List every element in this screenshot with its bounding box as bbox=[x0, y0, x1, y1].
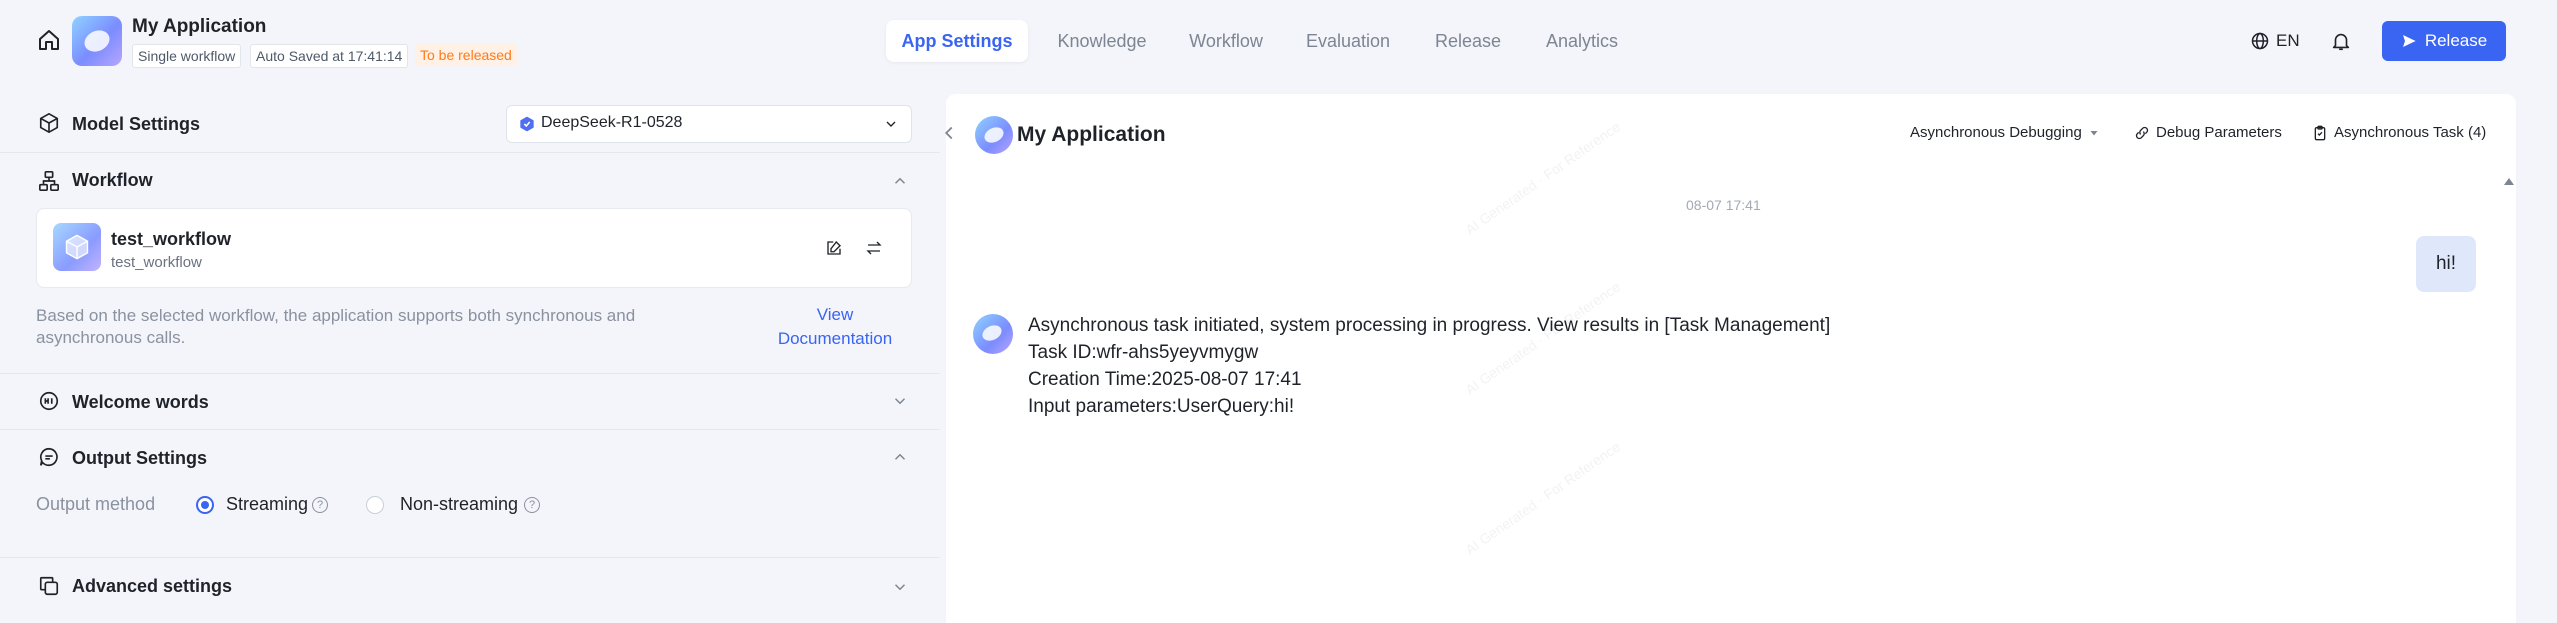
chevron-down-icon[interactable] bbox=[891, 392, 909, 410]
home-icon[interactable] bbox=[37, 28, 61, 52]
language-switcher[interactable]: EN bbox=[2250, 29, 2300, 53]
caret-down-icon bbox=[2090, 130, 2098, 135]
bot-message-line: Task ID:wfr-ahs5yeyvmygw bbox=[1028, 342, 1259, 363]
debug-mode-label: Asynchronous Debugging bbox=[1910, 124, 2082, 141]
clipboard-icon bbox=[2314, 125, 2326, 140]
non-streaming-radio[interactable] bbox=[366, 496, 384, 514]
message-timestamp: 08-07 17:41 bbox=[1686, 197, 1761, 213]
help-icon[interactable]: ? bbox=[524, 497, 540, 513]
release-button[interactable]: Release bbox=[2382, 21, 2506, 61]
bot-message-line: Creation Time:2025-08-07 17:41 bbox=[1028, 369, 1302, 390]
workflow-type-tag: Single workflow bbox=[132, 44, 242, 68]
help-icon[interactable]: ? bbox=[312, 497, 328, 513]
section-divider bbox=[0, 429, 940, 430]
send-icon bbox=[2402, 35, 2416, 47]
tab-evaluation[interactable]: Evaluation bbox=[1290, 20, 1406, 62]
bell-icon[interactable] bbox=[2330, 30, 2352, 52]
release-button-label: Release bbox=[2424, 31, 2488, 50]
scroll-up-arrow[interactable] bbox=[2504, 178, 2514, 185]
workflow-description: Based on the selected workflow, the appl… bbox=[36, 305, 696, 349]
tab-analytics[interactable]: Analytics bbox=[1528, 20, 1636, 62]
doc-link-line: View bbox=[816, 305, 854, 324]
globe-icon bbox=[2251, 32, 2269, 50]
status-badge: To be released bbox=[415, 44, 517, 66]
debug-mode-dropdown[interactable]: Asynchronous Debugging bbox=[1910, 124, 2100, 141]
copy-icon bbox=[39, 576, 59, 596]
workflow-icon bbox=[39, 171, 59, 191]
top-header: My Application Single workflow Auto Save… bbox=[0, 0, 2557, 84]
bot-message-line: Asynchronous task initiated, system proc… bbox=[1028, 315, 1831, 336]
output-method-label: Output method bbox=[36, 494, 156, 514]
edit-icon[interactable] bbox=[825, 239, 843, 257]
language-label: EN bbox=[2276, 31, 2300, 50]
app-title: My Application bbox=[132, 16, 267, 37]
model-settings-title: Model Settings bbox=[72, 114, 201, 134]
model-select[interactable]: DeepSeek-R1-0528 bbox=[506, 105, 912, 143]
chevron-up-icon[interactable] bbox=[891, 448, 909, 466]
async-task-button[interactable]: Asynchronous Task (4) bbox=[2312, 124, 2486, 141]
user-message-bubble: hi! bbox=[2416, 236, 2476, 292]
chevron-up-icon[interactable] bbox=[891, 172, 909, 190]
chevron-down-icon[interactable] bbox=[891, 578, 909, 596]
section-divider bbox=[0, 373, 940, 374]
chevron-down-icon bbox=[886, 121, 896, 127]
streaming-label: Streaming bbox=[226, 494, 309, 514]
workflow-description-line: asynchronous calls. bbox=[36, 328, 186, 347]
model-brand-icon bbox=[520, 116, 534, 132]
app-avatar bbox=[975, 116, 1013, 154]
view-documentation-link[interactable]: View Documentation bbox=[756, 303, 914, 351]
tab-workflow[interactable]: Workflow bbox=[1176, 20, 1276, 62]
output-settings-title: Output Settings bbox=[72, 448, 207, 468]
bot-message-line: Input parameters:UserQuery:hi! bbox=[1028, 396, 1295, 417]
section-divider bbox=[0, 557, 940, 558]
debug-parameters-label: Debug Parameters bbox=[2156, 124, 2282, 141]
non-streaming-label: Non-streaming bbox=[400, 494, 519, 514]
cube-icon bbox=[39, 113, 59, 133]
model-select-value: DeepSeek-R1-0528 bbox=[541, 114, 683, 131]
tab-knowledge[interactable]: Knowledge bbox=[1042, 20, 1162, 62]
workflow-card-icon bbox=[53, 223, 101, 271]
autosave-tag: Auto Saved at 17:41:14 bbox=[250, 44, 409, 68]
welcome-icon bbox=[39, 391, 59, 411]
async-task-label: Asynchronous Task (4) bbox=[2334, 124, 2487, 141]
welcome-words-title: Welcome words bbox=[72, 392, 209, 412]
debug-panel-title: My Application bbox=[1017, 123, 1166, 146]
workflow-card-subtitle: test_workflow bbox=[111, 254, 202, 271]
workflow-description-line: Based on the selected workflow, the appl… bbox=[36, 306, 636, 325]
doc-link-line: Documentation bbox=[777, 329, 893, 348]
advanced-settings-title: Advanced settings bbox=[72, 576, 233, 596]
collapse-left-icon[interactable] bbox=[938, 122, 960, 144]
tab-app-settings[interactable]: App Settings bbox=[886, 20, 1028, 62]
workflow-title: Workflow bbox=[72, 170, 153, 190]
bot-avatar bbox=[973, 314, 1013, 354]
section-divider bbox=[0, 152, 940, 153]
app-logo bbox=[72, 16, 122, 66]
workflow-card-name: test_workflow bbox=[111, 229, 232, 249]
chat-icon bbox=[39, 447, 58, 467]
streaming-radio[interactable] bbox=[196, 496, 214, 514]
swap-icon[interactable] bbox=[865, 239, 883, 257]
workflow-card[interactable]: test_workflow test_workflow bbox=[36, 208, 912, 288]
link-icon bbox=[2135, 126, 2149, 139]
tab-release[interactable]: Release bbox=[1420, 20, 1516, 62]
debug-parameters-button[interactable]: Debug Parameters bbox=[2134, 124, 2282, 141]
